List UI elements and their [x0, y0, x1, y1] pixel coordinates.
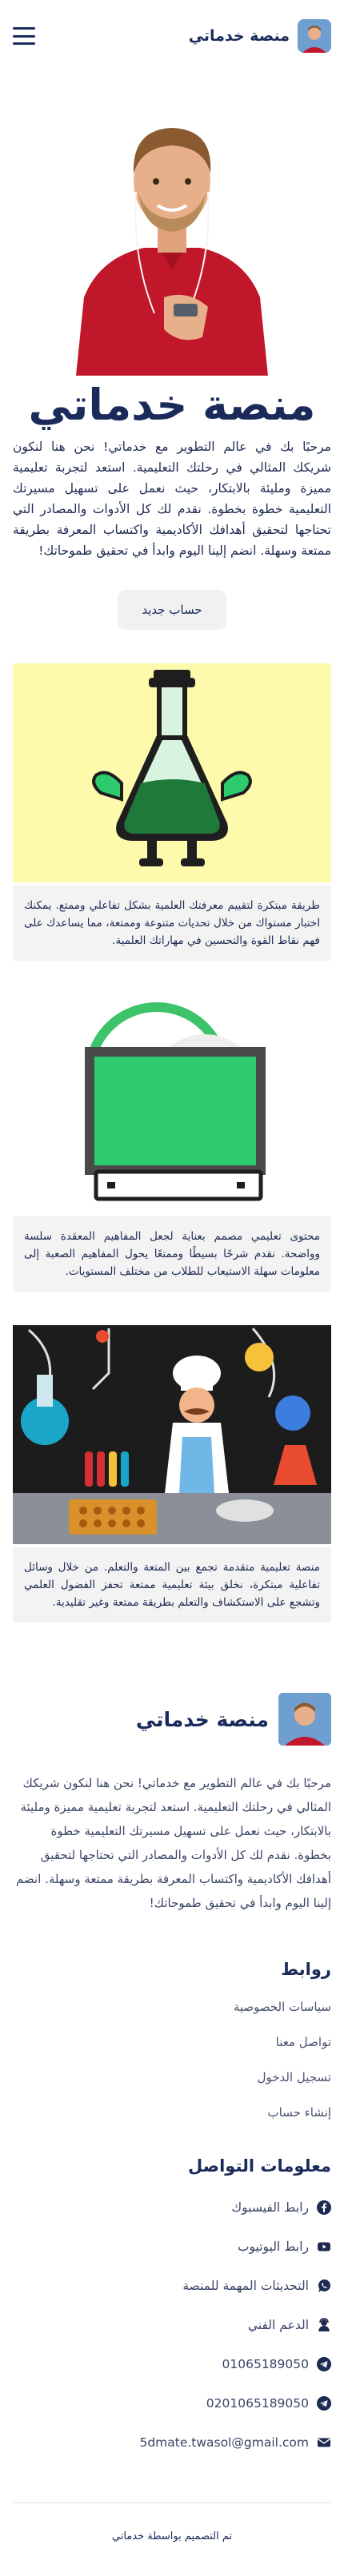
contact-label: رابط الفيسبوك	[231, 2200, 309, 2216]
links-title: روابط	[281, 1960, 331, 1980]
contact-label: 01065189050	[222, 2357, 309, 2372]
contact-label: 5dmate.twasol@gmail.com	[139, 2435, 309, 2451]
contact-label: الدعم الفني	[247, 2318, 309, 2333]
cta-container: حساب جديد	[0, 590, 344, 631]
youtube-icon	[317, 2240, 331, 2254]
brand-name: منصة خدماتي	[188, 27, 290, 45]
contact-email[interactable]: 5dmate.twasol@gmail.com	[13, 2435, 331, 2450]
feature-card: طريقة مبتكرة لتقييم معرفتك العلمية بشكل …	[13, 663, 331, 962]
contact-youtube[interactable]: رابط اليوتيوب	[13, 2240, 331, 2254]
contact-facebook[interactable]: رابط الفيسبوك	[13, 2200, 331, 2216]
telegram-icon	[317, 2357, 331, 2372]
contact-label: رابط اليوتيوب	[237, 2240, 309, 2255]
footer-about: مرحبًا بك في عالم التطوير مع خدماتي! نحن…	[15, 1776, 331, 1911]
hero-section: منصة خدماتي مرحبًا بك في عالم التطوير مع…	[0, 98, 344, 631]
chef-lab-illustration	[13, 1325, 331, 1545]
feature-caption: طريقة مبتكرة لتقييم معرفتك العلمية بشكل …	[13, 886, 331, 962]
contact-support[interactable]: الدعم الفني	[13, 2318, 331, 2332]
create-account-button[interactable]: حساب جديد	[118, 590, 226, 631]
contact-whatsapp[interactable]: التحديثات المهمة للمنصة	[13, 2279, 331, 2293]
flask-illustration	[13, 663, 331, 883]
facebook-icon	[317, 2200, 331, 2216]
link-contact-us[interactable]: تواصل معنا	[13, 2035, 331, 2049]
envelope-icon	[317, 2435, 331, 2450]
footer-logo	[278, 1693, 331, 1746]
feature-card: محتوى تعليمي مصمم بعناية لجعل المفاهيم ا…	[13, 994, 331, 1292]
whatsapp-icon	[317, 2279, 331, 2293]
top-navbar: منصة خدماتي	[0, 0, 344, 72]
footer-links: سياسات الخصوصية تواصل معنا تسجيل الدخول …	[0, 2000, 344, 2120]
monitor-illustration	[13, 994, 331, 1214]
contact-list: رابط الفيسبوك رابط اليوتيوب التحديثات ال…	[0, 2200, 344, 2450]
support-agent-icon	[317, 2318, 331, 2332]
footer-brand: منصة خدماتي	[0, 1693, 344, 1746]
contact-label: 0201065189050	[206, 2396, 309, 2411]
site-footer: منصة خدماتي مرحبًا بك في عالم التطوير مع…	[0, 1693, 344, 2576]
feature-caption: محتوى تعليمي مصمم بعناية لجعل المفاهيم ا…	[13, 1216, 331, 1292]
feature-card: منصة تعليمية متقدمة تجمع بين المتعة والت…	[13, 1325, 331, 1623]
brand[interactable]: منصة خدماتي	[189, 19, 331, 53]
footer-credit: تم التصميم بواسطة خدماتي	[111, 2530, 233, 2543]
contact-telegram-1[interactable]: 01065189050	[13, 2357, 331, 2372]
hero-person-image	[76, 128, 268, 376]
contact-label: التحديثات المهمة للمنصة	[182, 2279, 309, 2294]
contact-title: معلومات التواصل	[188, 2156, 331, 2176]
link-privacy-policy[interactable]: سياسات الخصوصية	[13, 2000, 331, 2014]
telegram-icon	[317, 2396, 331, 2411]
link-login[interactable]: تسجيل الدخول	[13, 2070, 331, 2084]
hamburger-icon[interactable]	[13, 27, 35, 45]
contact-telegram-2[interactable]: 0201065189050	[13, 2396, 331, 2411]
footer-site-name: منصة خدماتي	[135, 1707, 269, 1731]
link-register[interactable]: إنشاء حساب	[13, 2105, 331, 2120]
feature-caption: منصة تعليمية متقدمة تجمع بين المتعة والت…	[13, 1547, 331, 1623]
hero-description: مرحبًا بك في عالم التطوير مع خدماتي! نحن…	[13, 440, 331, 559]
hero-title: منصة خدماتي	[28, 380, 316, 430]
brand-logo	[298, 19, 331, 53]
